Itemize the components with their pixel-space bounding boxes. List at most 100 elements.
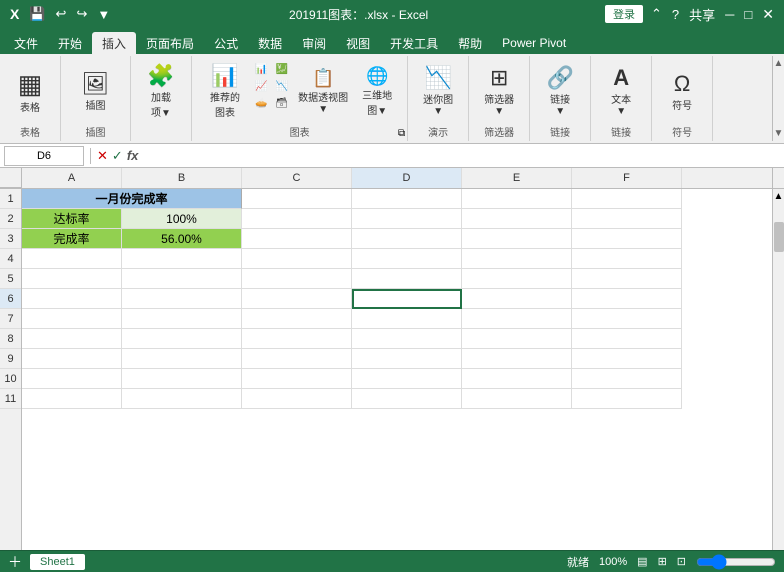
col-header-a[interactable]: A	[22, 168, 122, 188]
restore-btn[interactable]: □	[742, 6, 754, 23]
cell-a9[interactable]	[22, 349, 122, 369]
cell-f11[interactable]	[572, 389, 682, 409]
row-header-9[interactable]: 9	[0, 349, 21, 369]
tab-review[interactable]: 审阅	[292, 32, 336, 54]
undo-quick-btn[interactable]: ↩	[54, 5, 69, 23]
cell-f1[interactable]	[572, 189, 682, 209]
col-header-b[interactable]: B	[122, 168, 242, 188]
cell-c4[interactable]	[242, 249, 352, 269]
cell-f2[interactable]	[572, 209, 682, 229]
cell-e8[interactable]	[462, 329, 572, 349]
cell-d1[interactable]	[352, 189, 462, 209]
cell-a3[interactable]: 完成率	[22, 229, 122, 249]
zoom-slider[interactable]	[696, 554, 776, 570]
cell-f4[interactable]	[572, 249, 682, 269]
scatter-chart-btn[interactable]: 💹	[272, 62, 291, 77]
col-header-f[interactable]: F	[572, 168, 682, 188]
cell-e5[interactable]	[462, 269, 572, 289]
cell-f5[interactable]	[572, 269, 682, 289]
insert-table-btn[interactable]: ▦ 表格	[8, 58, 52, 126]
tab-powerpivot[interactable]: Power Pivot	[492, 32, 576, 54]
cell-f7[interactable]	[572, 309, 682, 329]
cell-e4[interactable]	[462, 249, 572, 269]
cell-a2[interactable]: 达标率	[22, 209, 122, 229]
sparklines-btn[interactable]: 📉 迷你图▼	[416, 58, 460, 126]
cell-e6[interactable]	[462, 289, 572, 309]
cell-a11[interactable]	[22, 389, 122, 409]
hyperlink-btn[interactable]: 🔗 链接▼	[538, 58, 582, 126]
cell-a5[interactable]	[22, 269, 122, 289]
symbol-btn[interactable]: Ω 符号	[660, 58, 704, 126]
cell-d2[interactable]	[352, 209, 462, 229]
cell-d6[interactable]	[352, 289, 462, 309]
tab-view[interactable]: 视图	[336, 32, 380, 54]
bar-chart-btn[interactable]: 📊	[252, 62, 270, 77]
scroll-up-btn[interactable]: ▲	[773, 189, 784, 202]
cell-c9[interactable]	[242, 349, 352, 369]
col-header-e[interactable]: E	[462, 168, 572, 188]
cell-b5[interactable]	[122, 269, 242, 289]
minimize-btn[interactable]: ─	[723, 6, 736, 23]
pie-chart-btn[interactable]: 🥧	[252, 96, 270, 111]
tab-formulas[interactable]: 公式	[204, 32, 248, 54]
addins-btn[interactable]: 🧩 加载项▼	[139, 58, 183, 126]
cell-b11[interactable]	[122, 389, 242, 409]
new-sheet-btn[interactable]: ＋	[8, 552, 22, 572]
cell-c3[interactable]	[242, 229, 352, 249]
3dmap-btn[interactable]: 🌐 三维地图▼	[355, 58, 399, 126]
row-header-1[interactable]: 1	[0, 189, 21, 209]
cell-d7[interactable]	[352, 309, 462, 329]
cell-c8[interactable]	[242, 329, 352, 349]
cell-c2[interactable]	[242, 209, 352, 229]
scroll-thumb[interactable]	[774, 222, 784, 252]
formula-input[interactable]	[142, 146, 780, 166]
ribbon-collapse-icon[interactable]: ⌃	[649, 5, 664, 23]
recommended-charts-btn[interactable]: 📊 推荐的图表	[200, 58, 250, 126]
row-header-5[interactable]: 5	[0, 269, 21, 289]
tab-data[interactable]: 数据	[248, 32, 292, 54]
tab-insert[interactable]: 插入	[92, 32, 136, 54]
ribbon-scroll-down[interactable]: ▼	[774, 128, 784, 139]
cell-d11[interactable]	[352, 389, 462, 409]
cell-e3[interactable]	[462, 229, 572, 249]
layout-page-btn[interactable]: ⊞	[658, 555, 667, 568]
cell-b7[interactable]	[122, 309, 242, 329]
cell-a8[interactable]	[22, 329, 122, 349]
cell-a1[interactable]: 一月份完成率	[22, 189, 242, 209]
row-header-8[interactable]: 8	[0, 329, 21, 349]
ribbon-scrollbar[interactable]: ▲ ▼	[772, 56, 784, 141]
cell-d8[interactable]	[352, 329, 462, 349]
cell-b2[interactable]: 100%	[122, 209, 242, 229]
cell-a4[interactable]	[22, 249, 122, 269]
row-header-3[interactable]: 3	[0, 229, 21, 249]
tab-home[interactable]: 开始	[48, 32, 92, 54]
cell-f9[interactable]	[572, 349, 682, 369]
quick-access-dropdown[interactable]: ▼	[95, 6, 112, 23]
cell-f6[interactable]	[572, 289, 682, 309]
slicer-btn[interactable]: ⊞ 筛选器▼	[477, 58, 521, 126]
cell-c6[interactable]	[242, 289, 352, 309]
other-chart-btn[interactable]: 🗃	[272, 96, 291, 111]
cell-d3[interactable]	[352, 229, 462, 249]
select-all-btn[interactable]	[0, 168, 22, 188]
cell-e2[interactable]	[462, 209, 572, 229]
charts-dialog-launcher[interactable]: ⧉	[398, 128, 405, 139]
sheet-tab-1[interactable]: Sheet1	[30, 554, 85, 570]
name-box[interactable]	[4, 146, 84, 166]
cell-f10[interactable]	[572, 369, 682, 389]
share-btn[interactable]: 共享	[687, 4, 717, 25]
cell-e11[interactable]	[462, 389, 572, 409]
row-header-10[interactable]: 10	[0, 369, 21, 389]
cell-c5[interactable]	[242, 269, 352, 289]
row-header-2[interactable]: 2	[0, 209, 21, 229]
cell-c7[interactable]	[242, 309, 352, 329]
cell-b6[interactable]	[122, 289, 242, 309]
vertical-scrollbar[interactable]: ▲ ▼	[772, 189, 784, 572]
redo-quick-btn[interactable]: ↪	[74, 5, 89, 23]
cell-a6[interactable]	[22, 289, 122, 309]
cell-f8[interactable]	[572, 329, 682, 349]
row-header-6[interactable]: 6	[0, 289, 21, 309]
row-header-7[interactable]: 7	[0, 309, 21, 329]
login-button[interactable]: 登录	[605, 5, 643, 23]
cell-a10[interactable]	[22, 369, 122, 389]
